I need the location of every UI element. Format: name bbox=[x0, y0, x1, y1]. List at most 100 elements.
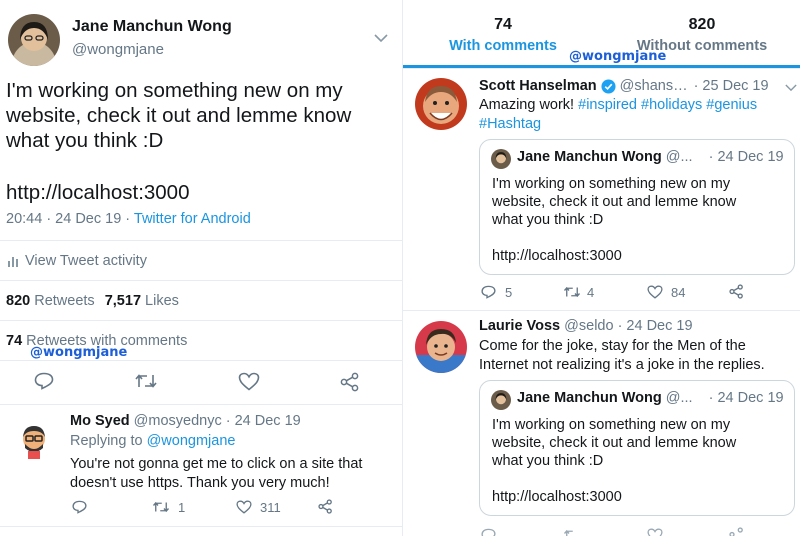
reply-author-name[interactable]: Mo Syed bbox=[70, 413, 130, 429]
divider bbox=[0, 320, 402, 321]
hashtag-link[interactable]: #inspired bbox=[578, 97, 637, 113]
share-icon[interactable] bbox=[340, 372, 360, 392]
quoted-author-name: Jane Manchun Wong bbox=[517, 390, 662, 406]
tweet-line: website, check it out and lemme know bbox=[6, 104, 352, 127]
like-icon[interactable] bbox=[647, 528, 663, 536]
tweet-line: I'm working on something new on my bbox=[6, 79, 343, 102]
divider bbox=[403, 68, 800, 69]
share-icon[interactable] bbox=[318, 499, 333, 514]
quoted-author-avatar bbox=[491, 390, 511, 410]
quoted-line: what you think :D bbox=[492, 212, 604, 228]
quoted-date: · 24 Dec 19 bbox=[708, 390, 784, 406]
reply-body: You're not gonna get me to click on a si… bbox=[70, 455, 362, 493]
hashtag-link[interactable]: #holidays bbox=[641, 97, 702, 113]
rwc-count: 74 bbox=[6, 333, 23, 349]
likes-link[interactable]: 7,517 Likes bbox=[105, 293, 179, 309]
engagement-counts: 820 Retweets 7,517 Likes bbox=[6, 293, 179, 309]
tweet-author-name[interactable]: Scott Hanselman bbox=[479, 78, 597, 94]
watermark-text: @wongmjane bbox=[569, 49, 667, 64]
laurie-avatar[interactable] bbox=[415, 321, 467, 373]
bar-chart-icon bbox=[8, 255, 19, 267]
share-icon[interactable] bbox=[729, 527, 744, 536]
divider bbox=[403, 310, 800, 311]
chevron-down-icon[interactable] bbox=[785, 84, 797, 92]
quoted-author-name: Jane Manchun Wong bbox=[517, 149, 662, 165]
watermark-text: @wongmjane bbox=[30, 345, 128, 360]
share-icon[interactable] bbox=[729, 284, 744, 299]
replying-to-handle[interactable]: @wongmjane bbox=[147, 433, 236, 449]
tweet-text-plain: Amazing work! bbox=[479, 97, 579, 113]
quoted-line: what you think :D bbox=[492, 453, 604, 469]
author-name[interactable]: Jane Manchun Wong bbox=[72, 18, 232, 36]
reply-handle-date[interactable]: @mosyednyc · 24 Dec 19 bbox=[134, 413, 301, 429]
tweet-timestamp[interactable]: 20:44 · 24 Dec 19 · bbox=[6, 211, 134, 227]
reply-like-count: 311 bbox=[260, 500, 281, 515]
view-activity-row[interactable]: View Tweet activity bbox=[8, 253, 147, 269]
tweet-header: Laurie Voss @seldo · 24 Dec 19 bbox=[479, 318, 693, 334]
retweet-icon[interactable] bbox=[134, 373, 158, 389]
reply-icon[interactable] bbox=[34, 372, 54, 390]
retweet-count: 4 bbox=[587, 285, 595, 300]
tab-count: 820 bbox=[688, 16, 716, 33]
quoted-text: I'm working on something new on my websi… bbox=[492, 175, 736, 229]
tweet-line: Come for the joke, stay for the Men of t… bbox=[479, 338, 746, 354]
action-bar-partial bbox=[479, 524, 795, 536]
tweet-link[interactable]: http://localhost:3000 bbox=[6, 181, 190, 205]
quoted-header: Jane Manchun Wong @... · 24 Dec 19 bbox=[517, 390, 784, 406]
replying-to-label: Replying to bbox=[70, 433, 147, 449]
like-icon[interactable] bbox=[236, 500, 252, 514]
hashtag-link[interactable]: #Hashtag bbox=[479, 116, 541, 132]
divider bbox=[0, 360, 402, 361]
retweets-count: 820 bbox=[6, 293, 31, 309]
tweet-line: what you think :D bbox=[6, 129, 164, 152]
like-icon[interactable] bbox=[647, 285, 663, 299]
quoted-author-handle: @... bbox=[665, 149, 693, 165]
reply-count: 5 bbox=[505, 285, 513, 300]
likes-label: Likes bbox=[141, 293, 179, 309]
hashtag-link[interactable]: #genius bbox=[706, 97, 757, 113]
like-count: 84 bbox=[671, 285, 686, 300]
retweet-icon[interactable] bbox=[563, 529, 581, 536]
tweet-text: Come for the joke, stay for the Men of t… bbox=[479, 337, 765, 375]
scott-avatar[interactable] bbox=[415, 78, 467, 130]
quoted-header: Jane Manchun Wong @... · 24 Dec 19 bbox=[517, 149, 784, 165]
chevron-down-icon[interactable] bbox=[374, 34, 388, 43]
tweet-handle-date[interactable]: @seldo · 24 Dec 19 bbox=[564, 318, 692, 334]
replying-to: Replying to @wongmjane bbox=[70, 433, 235, 449]
divider bbox=[0, 526, 402, 527]
author-avatar[interactable] bbox=[8, 14, 60, 66]
tweet-author-name[interactable]: Laurie Voss bbox=[479, 318, 560, 334]
tweet-line: Internet not realizing it's a joke in th… bbox=[479, 357, 765, 373]
quoted-author-handle: @... bbox=[665, 390, 693, 406]
tweet-body: I'm working on something new on my websi… bbox=[6, 78, 401, 153]
quoted-tweet-card[interactable]: Jane Manchun Wong @... · 24 Dec 19 I'm w… bbox=[479, 380, 795, 516]
divider bbox=[0, 404, 402, 405]
tweet-detail-panel: Jane Manchun Wong @wongmjane I'm working… bbox=[0, 0, 402, 536]
likes-count: 7,517 bbox=[104, 293, 142, 309]
retweet-icon[interactable] bbox=[152, 501, 170, 513]
tweet-author-handle[interactable]: @shans… bbox=[620, 78, 688, 94]
quoted-line: website, check it out and lemme know bbox=[492, 435, 737, 451]
retweets-link[interactable]: 820 Retweets bbox=[6, 293, 95, 309]
reply-line: doesn't use https. Thank you very much! bbox=[70, 475, 330, 491]
like-icon[interactable] bbox=[238, 372, 260, 391]
author-handle[interactable]: @wongmjane bbox=[72, 41, 164, 58]
retweet-icon[interactable] bbox=[563, 286, 581, 298]
quoted-line: I'm working on something new on my bbox=[492, 417, 731, 433]
reply-icon[interactable] bbox=[72, 500, 87, 514]
tweet-client-link[interactable]: Twitter for Android bbox=[134, 211, 251, 227]
reply-line: You're not gonna get me to click on a si… bbox=[70, 456, 363, 472]
tweet-date[interactable]: · 25 Dec 19 bbox=[694, 78, 769, 94]
reply-icon[interactable] bbox=[481, 285, 496, 299]
retweets-panel: 74 With comments 820 Without comments @w… bbox=[402, 0, 800, 536]
retweets-label: Retweets bbox=[30, 293, 95, 309]
tweet-text: Amazing work! #inspired #holidays #geniu… bbox=[479, 96, 799, 134]
reply-retweet-count: 1 bbox=[178, 500, 186, 515]
divider bbox=[0, 240, 402, 241]
reply-icon[interactable] bbox=[481, 528, 496, 536]
quoted-text: I'm working on something new on my websi… bbox=[492, 416, 736, 470]
reply-author-avatar[interactable] bbox=[14, 420, 54, 460]
verified-badge-icon bbox=[601, 78, 616, 94]
quoted-tweet-card[interactable]: Jane Manchun Wong @... · 24 Dec 19 I'm w… bbox=[479, 139, 795, 275]
tweet-meta: 20:44 · 24 Dec 19 · Twitter for Android bbox=[6, 211, 251, 227]
